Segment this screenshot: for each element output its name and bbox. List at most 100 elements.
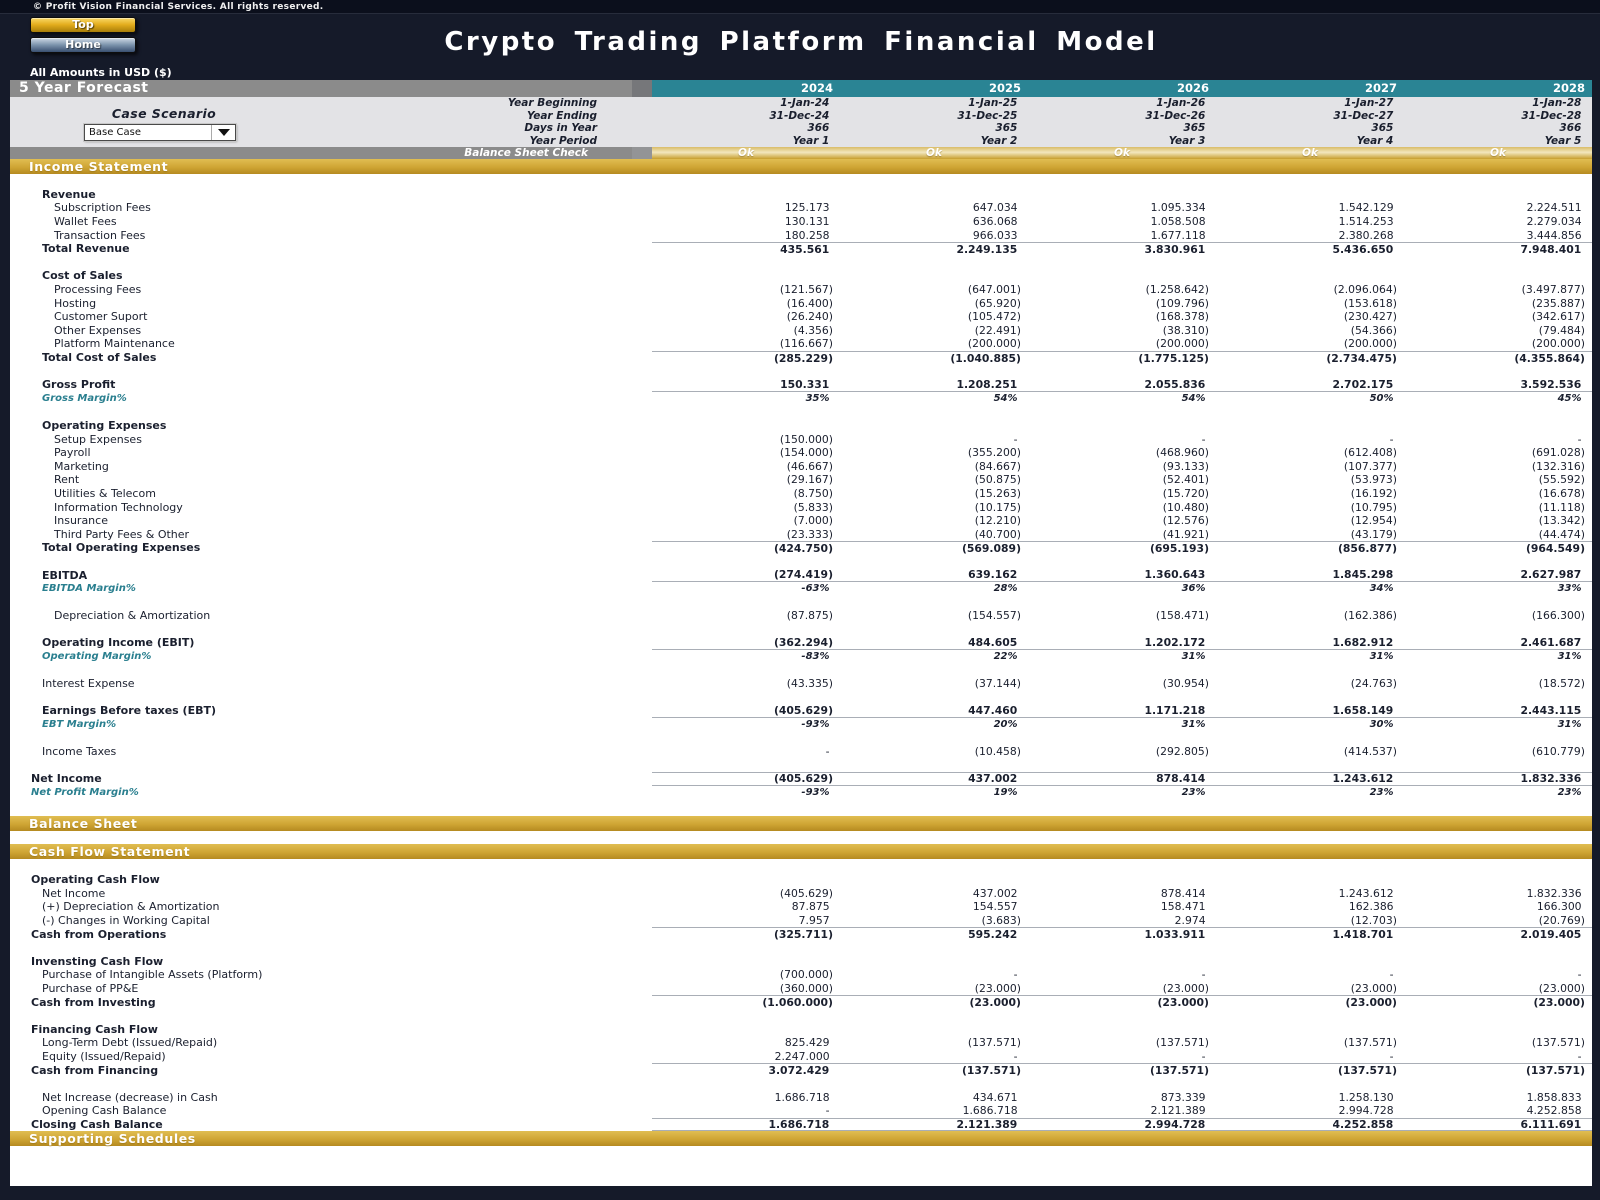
value-cell: (235.887) <box>1531 296 1585 310</box>
statement-row: Setup Expenses (150.000) - - - - <box>10 432 1592 446</box>
value-cell: 87.875 <box>791 900 833 914</box>
value-cell: (23.000) <box>1345 996 1397 1010</box>
statement-row: Cash from Financing 3.072.429 (137.571) (1… <box>10 1063 1592 1077</box>
row-label: Operating Income (EBIT) <box>42 636 195 650</box>
value-cell: (30.954) <box>1162 677 1209 691</box>
spacer-row <box>10 1009 1592 1023</box>
value-cell: 1.033.911 <box>1144 928 1209 942</box>
value-cell: (691.028) <box>1531 446 1585 460</box>
spacer-row <box>10 555 1592 569</box>
spacer-row <box>10 941 1592 955</box>
balance-sheet-check-label: Balance Sheet Check <box>10 147 632 159</box>
value-cell: (54.366) <box>1350 323 1397 337</box>
balance-sheet-check-value: Ok <box>1302 147 1318 159</box>
value-cell: 1.858.833 <box>1526 1090 1585 1104</box>
chevron-down-icon[interactable] <box>211 125 235 140</box>
value-cell: 6.111.691 <box>1520 1117 1585 1131</box>
value-cell: 31% <box>1181 651 1209 663</box>
spacer-row <box>10 859 1592 873</box>
value-cell: 1.514.253 <box>1338 215 1397 229</box>
value-cell: (16.400) <box>786 296 833 310</box>
value-cell: 2.224.511 <box>1526 201 1585 215</box>
value-cell: (23.000) <box>1350 981 1397 995</box>
row-label: Hosting <box>54 296 97 310</box>
value-cell: (43.335) <box>786 677 833 691</box>
value-cell: (107.377) <box>1343 459 1397 473</box>
forecast-title: 5 Year Forecast <box>10 80 632 97</box>
amounts-note: All Amounts in USD ($) <box>30 66 172 79</box>
meta-value-cell: 1-Jan-24 <box>780 97 833 110</box>
value-cell: 5.436.650 <box>1332 242 1397 256</box>
value-cell: 2.443.115 <box>1520 703 1585 717</box>
value-cell: 1.095.334 <box>1150 201 1209 215</box>
value-cell: (137.571) <box>1337 1064 1397 1078</box>
row-label: Total Revenue <box>42 242 130 256</box>
row-label: EBITDA Margin% <box>42 583 136 595</box>
row-label: Customer Suport <box>54 310 148 324</box>
value-cell: 639.162 <box>968 568 1021 582</box>
statement-row: Insurance (7.000) (12.210) (12.576) (12.954)… <box>10 514 1592 528</box>
value-cell: (405.629) <box>773 703 833 717</box>
value-cell: 2.994.728 <box>1338 1104 1397 1118</box>
statement-row: Operating Margin% -83% 22% 31% 31% 31% <box>10 650 1592 664</box>
value-cell: (137.571) <box>1149 1064 1209 1078</box>
statement-row: (-) Changes in Working Capital 7.957 (3.6… <box>10 914 1592 928</box>
year-header: 2028 <box>1552 81 1585 95</box>
row-label: Rent <box>54 473 80 487</box>
statement-row: EBT Margin% -93% 20% 31% 30% 31% <box>10 718 1592 732</box>
year-header-row: 2024 2025 2026 2027 2028 <box>652 80 1592 97</box>
value-cell: 31% <box>1181 719 1209 731</box>
value-cell: - <box>1577 1049 1585 1063</box>
value-cell: (700.000) <box>779 968 833 982</box>
value-cell: (29.167) <box>786 473 833 487</box>
row-label: EBT Margin% <box>42 719 117 731</box>
meta-value-cell: 366 <box>1559 122 1585 135</box>
value-cell: (79.484) <box>1538 323 1585 337</box>
case-scenario-dropdown[interactable]: Base Case <box>83 123 237 142</box>
balance-sheet-check-value: Ok <box>738 147 754 159</box>
value-cell: (3.497.877) <box>1521 283 1585 297</box>
value-cell: 647.034 <box>972 201 1021 215</box>
value-cell: (3.683) <box>981 913 1021 927</box>
statement-row: Total Cost of Sales (285.229) (1.040.885) (… <box>10 350 1592 365</box>
value-cell: (856.877) <box>1337 541 1397 555</box>
statement-row: Total Revenue 435.561 2.249.135 3.830.961… <box>10 241 1592 256</box>
value-cell: (12.703) <box>1350 913 1397 927</box>
value-cell: 2.380.268 <box>1338 228 1397 242</box>
statement-row: Customer Suport (26.240) (105.472) (168.378… <box>10 310 1592 324</box>
row-label: Payroll <box>54 446 91 460</box>
statement-row: Cash from Operations (325.711) 595.242 1.0… <box>10 927 1592 941</box>
value-cell: (168.378) <box>1155 310 1209 324</box>
value-cell: (50.875) <box>974 473 1021 487</box>
value-cell: (10.795) <box>1350 500 1397 514</box>
row-label: Insurance <box>54 514 108 528</box>
value-cell: 2.279.034 <box>1526 215 1585 229</box>
meta-value-cell: 31-Dec-27 <box>1333 109 1397 122</box>
value-cell: (612.408) <box>1343 446 1397 460</box>
statement-row: Subscription Fees 125.173 647.034 1.095.3… <box>10 201 1592 215</box>
statement-row: Purchase of PP&E (360.000) (23.000) (23.000… <box>10 982 1592 996</box>
meta-value-cell: 31-Dec-26 <box>1145 109 1209 122</box>
spacer-row <box>10 623 1592 637</box>
case-scenario-panel: Case Scenario Base Case <box>74 106 254 142</box>
value-cell: - <box>825 1104 833 1118</box>
row-label: Net Profit Margin% <box>31 787 139 799</box>
value-cell: (43.179) <box>1350 527 1397 541</box>
value-cell: - <box>825 745 833 759</box>
value-cell: 2.121.389 <box>956 1117 1021 1131</box>
value-cell: (162.386) <box>1343 609 1397 623</box>
value-cell: (424.750) <box>773 541 833 555</box>
value-cell: (132.316) <box>1531 459 1585 473</box>
value-cell: 3.830.961 <box>1144 242 1209 256</box>
value-cell: 636.068 <box>972 215 1021 229</box>
value-cell: 1.171.218 <box>1144 703 1209 717</box>
case-scenario-label: Case Scenario <box>111 106 217 121</box>
value-cell: (468.960) <box>1155 446 1209 460</box>
value-cell: (12.210) <box>974 514 1021 528</box>
meta-value-cell: Year 3 <box>1168 134 1209 147</box>
value-cell: 180.258 <box>784 228 833 242</box>
value-cell: 437.002 <box>972 886 1021 900</box>
row-label: Processing Fees <box>54 283 142 297</box>
statement-row: Transaction Fees 180.258 966.033 1.677.11… <box>10 228 1592 242</box>
value-cell: 35% <box>805 392 833 404</box>
